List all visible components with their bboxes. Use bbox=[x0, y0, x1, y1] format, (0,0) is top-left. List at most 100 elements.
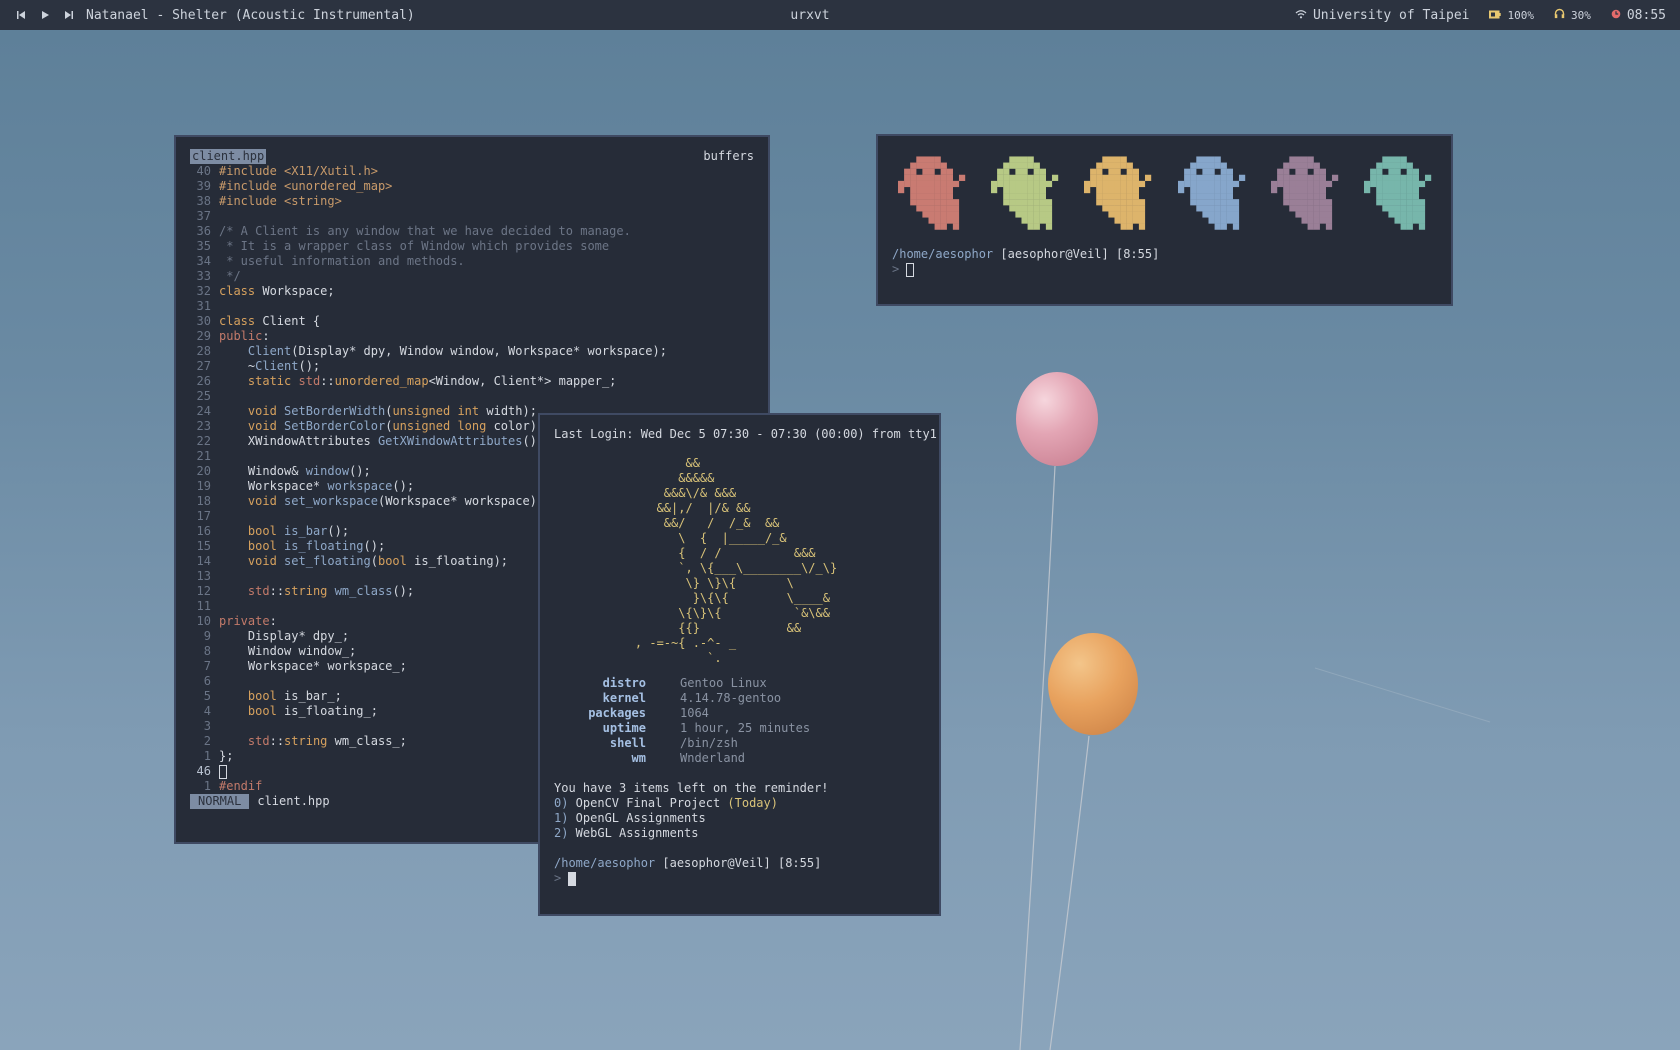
code-line[interactable]: 32 class Workspace; bbox=[190, 284, 754, 299]
code-text: class Client { bbox=[219, 314, 320, 329]
line-number: 18 bbox=[196, 494, 211, 508]
code-token: public bbox=[219, 329, 263, 343]
ghost-icon bbox=[1270, 156, 1338, 230]
line-number: 1 bbox=[203, 779, 211, 793]
info-key: kernel bbox=[602, 691, 646, 705]
line-number: 16 bbox=[196, 524, 211, 538]
line-number: 33 bbox=[196, 269, 211, 283]
code-token: #include bbox=[219, 179, 285, 193]
orange-balloon bbox=[1048, 633, 1138, 735]
code-token: set_floating bbox=[284, 554, 371, 568]
line-number: 4 bbox=[203, 704, 211, 718]
code-token: is_floating); bbox=[406, 554, 509, 568]
ghost-terminal-window[interactable]: /home/aesophor [aesophor@Veil] [8:55] > bbox=[876, 134, 1453, 306]
vim-buffers-label[interactable]: buffers bbox=[703, 149, 754, 164]
prompt-input-line[interactable]: > bbox=[892, 262, 1437, 277]
code-token: Display* dpy_; bbox=[219, 629, 350, 643]
line-number: 14 bbox=[196, 554, 211, 568]
code-text: ~Client(); bbox=[219, 359, 320, 374]
line-number: 17 bbox=[196, 509, 211, 523]
reminder-number: 2) bbox=[554, 826, 569, 840]
code-token: #include bbox=[219, 194, 285, 208]
info-key: wm bbox=[631, 751, 646, 765]
info-row: kernel 4.14.78-gentoo bbox=[554, 691, 925, 706]
code-token: }; bbox=[219, 749, 234, 763]
code-line[interactable]: 36 /* A Client is any window that we have… bbox=[190, 224, 754, 239]
code-token: SetBorderWidth bbox=[284, 404, 386, 418]
code-text: void SetBorderWidth(unsigned int width); bbox=[219, 404, 537, 419]
code-token: <X11/Xutil.h> bbox=[284, 164, 378, 178]
code-token: <string> bbox=[284, 194, 342, 208]
reminder-number: 0) bbox=[554, 796, 569, 810]
code-text: private: bbox=[219, 614, 277, 629]
line-number: 15 bbox=[196, 539, 211, 553]
code-token: Workspace* workspace_; bbox=[219, 659, 407, 673]
code-token: #endif bbox=[219, 779, 263, 793]
code-line[interactable]: 39 #include <unordered_map> bbox=[190, 179, 754, 194]
code-token: ( bbox=[370, 554, 378, 568]
code-token: std bbox=[247, 584, 270, 598]
code-text: * useful information and methods. bbox=[219, 254, 464, 269]
vim-tabline: client.hpp buffers bbox=[190, 149, 754, 164]
vim-tab-client-hpp[interactable]: client.hpp bbox=[190, 149, 267, 164]
code-token: (); bbox=[392, 479, 415, 493]
line-number: 29 bbox=[196, 329, 211, 343]
info-row: wm Wnderland bbox=[554, 751, 925, 766]
code-line[interactable]: 40 #include <X11/Xutil.h> bbox=[190, 164, 754, 179]
code-token: unsigned long bbox=[392, 419, 487, 433]
line-number: 21 bbox=[196, 449, 211, 463]
code-token: : bbox=[262, 329, 270, 343]
code-text: void SetBorderColor(unsigned long color)… bbox=[219, 419, 544, 434]
code-line[interactable]: 38 #include <string> bbox=[190, 194, 754, 209]
code-line[interactable]: 34 * useful information and methods. bbox=[190, 254, 754, 269]
code-token: Workspace; bbox=[255, 284, 335, 298]
line-number: 22 bbox=[196, 434, 211, 448]
code-line[interactable]: 37 bbox=[190, 209, 754, 224]
prompt-path: /home/aesophor bbox=[892, 247, 994, 261]
code-line[interactable]: 30 class Client { bbox=[190, 314, 754, 329]
code-token: width); bbox=[479, 404, 537, 418]
code-line[interactable]: 28 Client(Display* dpy, Window window, W… bbox=[190, 344, 754, 359]
code-text: Display* dpy_; bbox=[219, 629, 349, 644]
reminder-item: 1) OpenGL Assignments bbox=[554, 811, 925, 826]
code-token: bool bbox=[247, 689, 277, 703]
terminal-cursor bbox=[906, 262, 915, 277]
code-line[interactable]: 29 public: bbox=[190, 329, 754, 344]
code-token: string bbox=[284, 584, 328, 598]
line-number: 19 bbox=[196, 479, 211, 493]
line-number: 6 bbox=[203, 674, 211, 688]
code-line[interactable]: 27 ~Client(); bbox=[190, 359, 754, 374]
code-line[interactable]: 25 bbox=[190, 389, 754, 404]
code-token: /* A Client is any window that we have d… bbox=[219, 224, 631, 238]
code-token: is_bar bbox=[284, 524, 328, 538]
info-row: shell/bin/zsh bbox=[554, 736, 925, 751]
code-token: #include bbox=[219, 164, 285, 178]
line-number: 35 bbox=[196, 239, 211, 253]
code-token: <Window, Client*> mapper_; bbox=[428, 374, 617, 388]
code-token: set_workspace bbox=[284, 494, 378, 508]
code-token: <unordered_map> bbox=[284, 179, 393, 193]
fetch-terminal-window[interactable]: Last Login: Wed Dec 5 07:30 - 07:30 (00:… bbox=[538, 413, 941, 916]
code-line[interactable]: 26 static std::unordered_map<Window, Cli… bbox=[190, 374, 754, 389]
reminder-list: 0) OpenCV Final Project (Today) 1) OpenGL… bbox=[554, 796, 925, 841]
code-line[interactable]: 35 * It is a wrapper class of Window whi… bbox=[190, 239, 754, 254]
line-number: 8 bbox=[203, 644, 211, 658]
reminder-header: You have 3 items left on the reminder! bbox=[554, 781, 829, 795]
code-text: std::string wm_class(); bbox=[219, 584, 414, 599]
prompt-input-line[interactable]: > bbox=[554, 871, 925, 886]
code-line[interactable]: 33 */ bbox=[190, 269, 754, 284]
prompt-host: [aesophor@Veil] [8:55] bbox=[993, 247, 1160, 261]
code-token: unordered_map bbox=[334, 374, 429, 388]
info-row: packages 1064 bbox=[554, 706, 925, 721]
line-number: 30 bbox=[196, 314, 211, 328]
line-number: 26 bbox=[196, 374, 211, 388]
code-token: (); bbox=[298, 359, 321, 373]
code-line[interactable]: 31 bbox=[190, 299, 754, 314]
info-value: 4.14.78-gentoo bbox=[680, 691, 782, 705]
